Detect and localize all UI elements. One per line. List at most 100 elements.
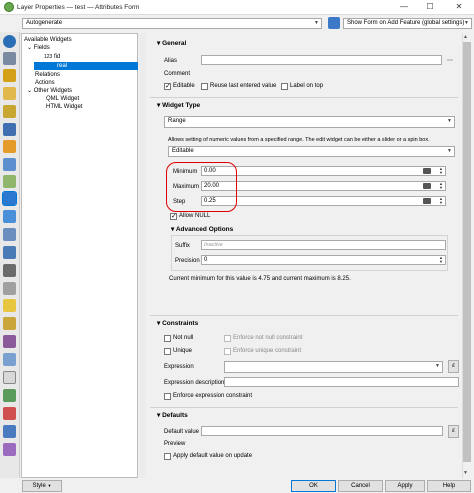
maximize-button[interactable]: ☐ — [419, 0, 441, 14]
tree-item-qml[interactable]: QML Widget — [46, 95, 79, 103]
tree-item-html[interactable]: HTML Widget — [46, 103, 82, 111]
unique-checkbox[interactable] — [164, 348, 171, 355]
spin-arrows-icon[interactable]: ▲ ▼ — [439, 197, 443, 205]
step-spinbox[interactable]: 0.25 ▲ ▼ — [201, 196, 446, 206]
chevron-down-icon: ▼ — [47, 483, 52, 488]
digitizing-icon[interactable] — [3, 425, 16, 438]
tree-item-actions[interactable]: Actions — [35, 79, 55, 87]
scroll-down-icon[interactable]: ▼ — [463, 470, 468, 476]
editable-checkbox[interactable] — [164, 82, 171, 90]
legend-icon[interactable] — [3, 389, 16, 402]
scroll-up-icon[interactable]: ▲ — [463, 34, 468, 40]
3d-view-icon[interactable] — [3, 140, 16, 153]
suffix-placeholder: Inactive — [204, 242, 223, 248]
tree-item-fid[interactable]: 123 fid — [44, 53, 60, 61]
comment-label: Comment — [164, 71, 191, 77]
display-icon[interactable] — [3, 264, 16, 277]
default-value-input[interactable] — [201, 426, 443, 436]
defaults-header[interactable]: ▾ Defaults — [157, 411, 188, 419]
editable-label: Editable — [173, 83, 195, 89]
splitter-handle[interactable] — [139, 33, 146, 478]
allow-null-checkbox[interactable] — [170, 212, 177, 220]
enforce-expression-checkbox[interactable] — [164, 393, 171, 400]
minimize-button[interactable]: — — [393, 0, 415, 14]
expression-builder-button[interactable]: ε — [448, 360, 459, 373]
attributes-form-icon[interactable] — [3, 175, 16, 188]
suffix-label: Suffix — [175, 243, 190, 249]
label-on-top-checkbox[interactable] — [281, 83, 288, 90]
help-button[interactable]: Help — [427, 480, 471, 492]
auxiliary-storage-icon[interactable] — [3, 228, 16, 241]
layout-mode-combo[interactable]: Autogenerate ▼ — [22, 18, 322, 29]
qgis-server-icon[interactable] — [3, 407, 16, 420]
show-form-value: Show Form on Add Feature (global setting… — [347, 20, 465, 26]
tree-header-available: Available Widgets — [24, 37, 72, 43]
tree-item-relations[interactable]: Relations — [35, 71, 60, 79]
clear-icon[interactable] — [423, 168, 431, 174]
current-range-info: Current minimum for this value is 4.75 a… — [169, 276, 351, 282]
enforce-not-null-label: Enforce not null constraint — [233, 335, 303, 341]
enforce-unique-checkbox[interactable] — [224, 348, 231, 355]
minimum-spinbox[interactable]: 0.00 ▲ ▼ — [201, 166, 446, 176]
label-on-top-label: Label on top — [290, 83, 324, 89]
diagrams-icon[interactable] — [3, 123, 16, 136]
apply-on-update-checkbox[interactable] — [164, 453, 171, 460]
attributes-form-selected-icon[interactable] — [2, 191, 17, 206]
information-icon[interactable] — [3, 35, 16, 48]
style-button[interactable]: Style ▼ — [22, 480, 62, 492]
spin-arrows-icon[interactable]: ▲ ▼ — [439, 182, 443, 190]
not-null-checkbox[interactable] — [164, 335, 171, 342]
metadata-icon[interactable] — [3, 353, 16, 366]
widget-type-separator — [150, 97, 458, 98]
maximum-spinbox[interactable]: 20.00 ▲ ▼ — [201, 181, 446, 191]
fields-icon[interactable] — [3, 158, 16, 171]
symbology-icon[interactable] — [3, 69, 16, 82]
elevation-icon[interactable] — [3, 335, 16, 348]
spin-arrows-icon[interactable]: ▲ ▼ — [439, 256, 443, 264]
clear-icon[interactable] — [423, 183, 431, 189]
spin-arrows-icon[interactable]: ▲ ▼ — [439, 167, 443, 175]
expression-description-input[interactable] — [224, 377, 459, 387]
masks-icon[interactable] — [3, 105, 16, 118]
actions-icon[interactable] — [3, 246, 16, 259]
cancel-button[interactable]: Cancel — [338, 480, 383, 492]
properties-sidebar — [0, 32, 20, 478]
advanced-options-header[interactable]: ▾ Advanced Options — [171, 225, 233, 233]
precision-spinbox[interactable]: 0 ▲ ▼ — [201, 255, 446, 265]
dependencies-icon[interactable] — [3, 371, 16, 384]
ok-button[interactable]: OK — [291, 480, 336, 492]
close-button[interactable]: ✕ — [448, 0, 470, 14]
default-expression-button[interactable]: ε — [448, 425, 459, 438]
editable-mode-combo[interactable]: Editable ▼ — [168, 146, 455, 157]
available-widgets-tree[interactable]: Available Widgets ⌄ Fields 123 fid real … — [21, 33, 138, 478]
alias-input[interactable] — [201, 55, 442, 65]
constraints-header[interactable]: ▾ Constraints — [157, 319, 198, 327]
show-form-combo[interactable]: Show Form on Add Feature (global setting… — [343, 18, 472, 29]
general-header[interactable]: ▾ General — [157, 39, 186, 47]
suffix-input[interactable]: Inactive — [201, 240, 446, 250]
enforce-not-null-checkbox[interactable] — [224, 335, 231, 342]
temporal-icon[interactable] — [3, 299, 16, 312]
precision-label: Precision — [175, 258, 200, 264]
source-icon[interactable] — [3, 52, 16, 65]
allow-null-label: Allow NULL — [179, 213, 211, 219]
tree-item-real[interactable]: real — [34, 62, 138, 70]
rendering-icon[interactable] — [3, 282, 16, 295]
labels-icon[interactable] — [3, 87, 16, 100]
unique-label: Unique — [173, 348, 193, 354]
tree-item-fields[interactable]: ⌄ Fields — [27, 44, 50, 52]
variables-icon[interactable] — [3, 317, 16, 330]
editable-mode-value: Editable — [172, 148, 194, 154]
widget-type-combo[interactable]: Range ▼ — [164, 116, 455, 128]
clear-icon[interactable] — [423, 198, 431, 204]
widget-type-header[interactable]: ▾ Widget Type — [157, 101, 200, 109]
alias-options-icon[interactable]: ⋯ — [447, 57, 453, 64]
expression-input[interactable]: ▼ — [224, 361, 443, 373]
reuse-last-value-checkbox[interactable] — [201, 83, 208, 90]
scroll-down-icon[interactable] — [3, 443, 16, 456]
apply-button[interactable]: Apply — [385, 480, 425, 492]
joins-icon[interactable] — [3, 210, 16, 223]
tree-item-other-widgets[interactable]: ⌄ Other Widgets — [27, 87, 72, 95]
scrollbar-thumb[interactable] — [463, 42, 471, 462]
python-init-icon[interactable] — [328, 17, 340, 29]
